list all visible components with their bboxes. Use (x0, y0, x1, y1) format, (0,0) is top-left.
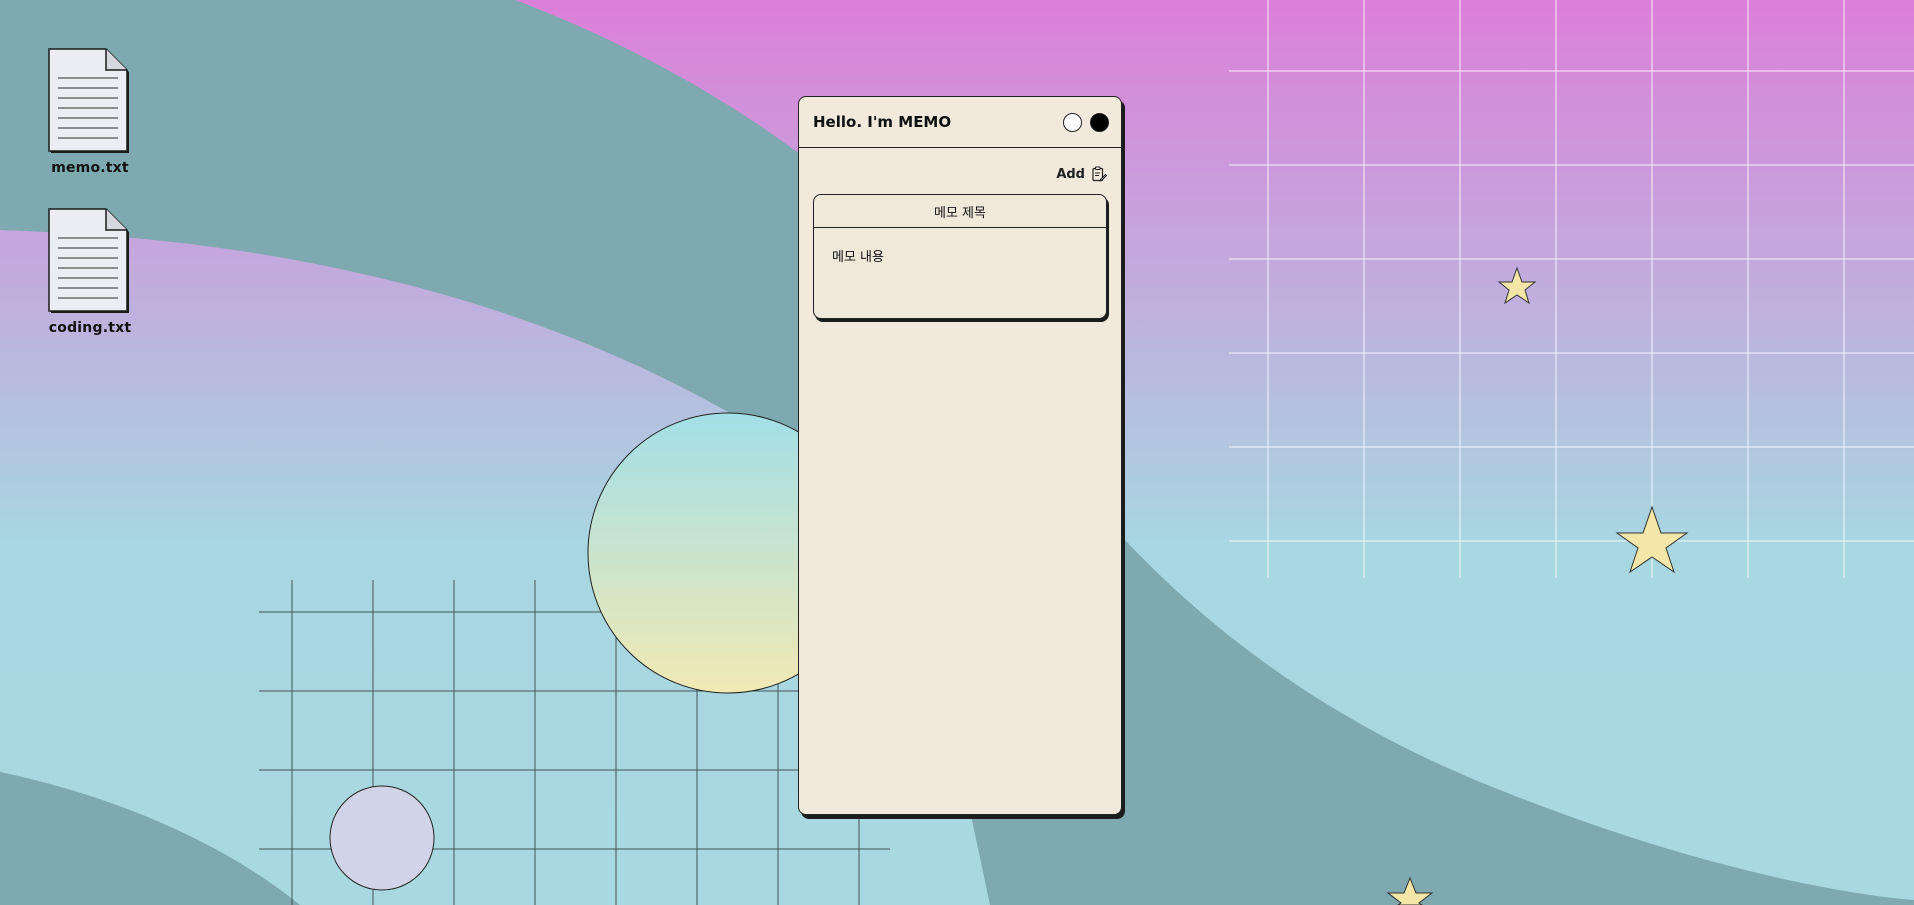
window-title: Hello. I'm MEMO (813, 113, 952, 131)
memo-window: Hello. I'm MEMO Add 메모 제목 메모 내용 (798, 96, 1122, 815)
file-label: coding.txt (48, 320, 132, 336)
text-file-icon (48, 208, 129, 313)
note-edit-icon (1092, 166, 1107, 182)
file-label: memo.txt (51, 160, 129, 176)
window-titlebar[interactable]: Hello. I'm MEMO (799, 97, 1121, 148)
window-controls (1063, 112, 1109, 132)
memo-card[interactable]: 메모 제목 메모 내용 (813, 194, 1107, 319)
desktop-file-memo[interactable]: memo.txt (30, 48, 150, 176)
close-button[interactable] (1090, 112, 1109, 132)
add-memo-button[interactable]: Add (1056, 166, 1107, 182)
memo-title[interactable]: 메모 제목 (814, 195, 1106, 228)
memo-content[interactable]: 메모 내용 (814, 228, 1106, 283)
memo-toolbar: Add (799, 148, 1121, 182)
desktop-file-coding[interactable]: coding.txt (30, 208, 150, 336)
text-file-icon (48, 48, 129, 153)
add-label: Add (1056, 166, 1085, 182)
minimize-button[interactable] (1063, 112, 1082, 132)
